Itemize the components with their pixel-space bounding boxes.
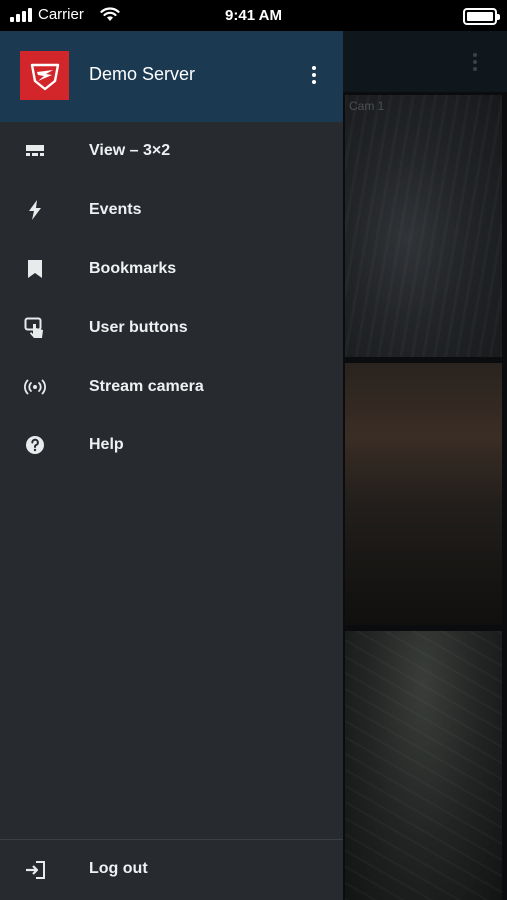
drawer-menu: View – 3×2 Events Bookmarks User buttons… <box>0 122 343 475</box>
server-name[interactable]: Demo Server <box>89 64 195 85</box>
menu-item-label: Bookmarks <box>89 259 177 277</box>
menu-item-label: Stream camera <box>89 377 204 395</box>
battery-icon <box>463 8 500 25</box>
bookmark-icon <box>24 258 46 280</box>
menu-item-stream-camera[interactable]: Stream camera <box>0 357 343 416</box>
menu-item-view[interactable]: View – 3×2 <box>0 122 343 181</box>
menu-item-logout[interactable]: Log out <box>0 839 343 900</box>
grid-view-icon <box>24 140 46 162</box>
menu-item-label: Events <box>89 201 142 219</box>
drawer-header: Demo Server <box>0 31 343 122</box>
menu-item-bookmarks[interactable]: Bookmarks <box>0 240 343 299</box>
menu-item-label: View – 3×2 <box>89 142 171 160</box>
menu-item-label: Help <box>89 436 124 454</box>
menu-item-help[interactable]: Help <box>0 416 343 475</box>
menu-item-user-buttons[interactable]: User buttons <box>0 298 343 357</box>
status-bar: Carrier 9:41 AM <box>0 0 507 31</box>
menu-item-label: User buttons <box>89 318 188 336</box>
menu-item-label: Log out <box>89 860 148 877</box>
app-screen: Carrier 9:41 AM Cam 1 Demo Server View –… <box>0 0 507 900</box>
help-icon <box>24 434 46 456</box>
lightning-icon <box>24 199 46 221</box>
more-vertical-icon[interactable] <box>306 63 322 89</box>
server-logo-icon <box>20 51 69 100</box>
menu-item-events[interactable]: Events <box>0 181 343 240</box>
navigation-drawer: Demo Server View – 3×2 Events Bookmarks … <box>0 31 343 900</box>
logout-icon <box>24 859 46 881</box>
touch-button-icon <box>24 317 46 339</box>
status-time: 9:41 AM <box>225 7 282 24</box>
broadcast-icon <box>24 376 46 398</box>
